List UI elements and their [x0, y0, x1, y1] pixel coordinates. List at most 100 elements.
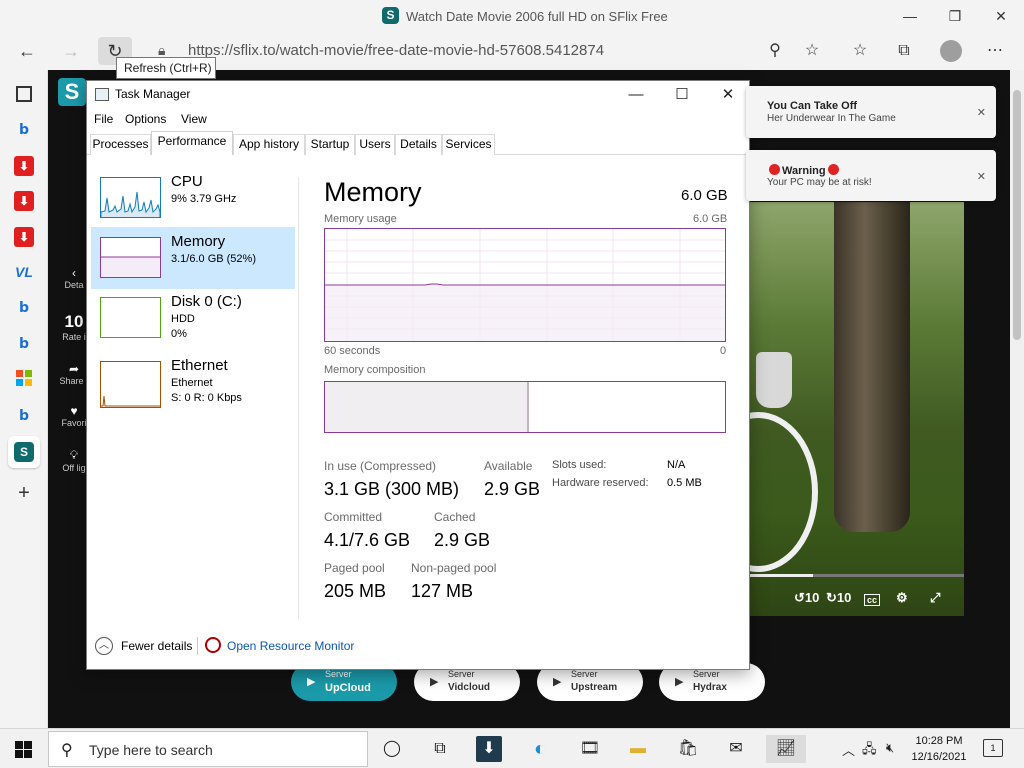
plus-icon[interactable]: +: [14, 483, 34, 503]
profile-avatar[interactable]: [940, 40, 962, 62]
download-icon[interactable]: ⬇: [14, 156, 34, 176]
cached-value: 2.9 GB: [434, 530, 491, 550]
video-player[interactable]: ↺10 ↻10 cc ⚙ ⤢: [748, 202, 964, 616]
tm-minimize-button[interactable]: —: [613, 81, 659, 109]
red-dot-icon: [827, 164, 839, 175]
warning-popup[interactable]: Warning Your PC may be at risk! ✕: [746, 150, 996, 201]
tab-performance[interactable]: Performance: [151, 131, 233, 155]
play-icon: ▶: [675, 676, 684, 688]
chevron-up-icon[interactable]: ︿: [842, 740, 855, 759]
cc-icon[interactable]: cc: [864, 594, 881, 606]
memory-heading: Memory: [324, 177, 422, 207]
forward-button[interactable]: →: [54, 37, 88, 65]
refresh-tooltip: Refresh (Ctrl+R): [116, 57, 216, 79]
minimize-button[interactable]: —: [890, 4, 930, 28]
task-view-icon[interactable]: ⧉: [426, 735, 454, 763]
movie-maker-icon[interactable]: 🎞︎: [576, 735, 604, 763]
bing-icon[interactable]: b: [14, 120, 34, 140]
restore-button[interactable]: ❐: [935, 4, 975, 28]
page-scrollbar[interactable]: [1010, 70, 1024, 728]
forward-10-button[interactable]: ↻10: [826, 590, 851, 606]
store-icon[interactable]: 🛍︎: [674, 735, 702, 763]
perf-item-cpu[interactable]: CPU 9% 3.79 GHz: [91, 167, 295, 229]
windows-logo-icon[interactable]: [14, 370, 34, 390]
bing-icon[interactable]: b: [14, 406, 34, 426]
file-explorer-icon[interactable]: ▬: [624, 735, 652, 763]
footer-separator: [197, 637, 198, 655]
ethernet-thumbnail: [100, 361, 161, 408]
edge-sidebar: b ⬇ ⬇ ⬇ VL b b b S +: [0, 70, 48, 728]
back-button[interactable]: ←: [10, 37, 44, 65]
tab-services[interactable]: Services: [442, 134, 495, 155]
sflix-icon[interactable]: S: [8, 436, 40, 468]
menu-view[interactable]: View: [181, 112, 207, 126]
notification-popup[interactable]: You Can Take Off Her Underwear In The Ga…: [746, 86, 996, 138]
add-favorite-icon[interactable]: ☆: [798, 39, 826, 63]
chevron-up-icon: ︿: [95, 637, 113, 655]
vl-icon[interactable]: VL: [14, 262, 34, 282]
perf-item-memory[interactable]: Memory 3.1/6.0 GB (52%): [91, 227, 295, 289]
tab-users[interactable]: Users: [355, 134, 395, 155]
tab-app-history[interactable]: App history: [233, 134, 305, 155]
tab-processes[interactable]: Processes: [90, 134, 151, 155]
video-progress-fill: [748, 574, 813, 577]
app-icon[interactable]: ⬇: [476, 736, 502, 762]
zoom-icon[interactable]: ⚲: [761, 39, 789, 63]
window-title: Watch Date Movie 2006 full HD on SFlix F…: [406, 9, 668, 24]
cpu-thumbnail-graph: [100, 191, 161, 217]
menu-options[interactable]: Options: [125, 112, 166, 126]
taskbar-search-box[interactable]: ⚲ Type here to search: [48, 731, 368, 767]
tm-maximize-button[interactable]: ☐: [659, 81, 705, 109]
tm-close-button[interactable]: ✕: [705, 81, 751, 109]
edge-icon[interactable]: ◐: [526, 735, 554, 763]
resource-monitor-icon: [205, 637, 221, 653]
play-icon: ▶: [430, 676, 439, 688]
bing-icon[interactable]: b: [14, 298, 34, 318]
memory-in-use-segment[interactable]: [325, 382, 529, 432]
site-logo[interactable]: S: [58, 78, 86, 106]
close-icon[interactable]: ✕: [977, 106, 986, 119]
download-icon[interactable]: ⬇: [14, 191, 34, 211]
slots-used-value: N/A: [667, 459, 686, 471]
taskbar-clock[interactable]: 10:28 PM 12/16/2021: [908, 733, 970, 765]
in-use-label: In use (Compressed): [324, 459, 437, 473]
collections-icon[interactable]: ⧉: [890, 39, 918, 63]
task-manager-taskbar-icon[interactable]: 📈︎: [766, 735, 806, 763]
url-text[interactable]: https://sflix.to/watch-movie/free-date-m…: [188, 42, 604, 59]
close-icon[interactable]: ✕: [977, 170, 986, 183]
scrollbar-thumb[interactable]: [1013, 90, 1021, 340]
fullscreen-icon[interactable]: ⤢: [930, 590, 940, 606]
memory-usage-label: Memory usage: [324, 213, 397, 225]
rewind-10-button[interactable]: ↺10: [794, 590, 819, 606]
start-button[interactable]: [15, 741, 32, 758]
graph-time-left: 60 seconds: [324, 345, 381, 357]
video-icon[interactable]: [16, 86, 32, 102]
gear-icon[interactable]: ⚙: [896, 590, 908, 606]
non-paged-pool-value: 127 MB: [411, 581, 474, 601]
perf-item-disk[interactable]: Disk 0 (C:) HDD 0%: [91, 287, 295, 349]
taskbar: ⚲ Type here to search ◯ ⧉ ⬇ ◐ 🎞︎ ▬ 🛍︎ ✉ …: [0, 728, 1024, 768]
cpu-thumbnail: [100, 177, 161, 218]
cortana-icon[interactable]: ◯: [378, 735, 406, 763]
more-icon[interactable]: ⋯: [981, 39, 1009, 63]
play-icon: ▶: [307, 676, 316, 688]
hw-reserved-label: Hardware reserved:: [552, 477, 649, 489]
sflix-tab-icon: S: [382, 7, 399, 24]
close-button[interactable]: ✕: [981, 4, 1021, 28]
download-icon[interactable]: ⬇: [14, 227, 34, 247]
volume-icon[interactable]: 🔇︎: [886, 740, 894, 756]
cached-label: Cached: [434, 510, 476, 524]
slots-used-label: Slots used:: [552, 459, 607, 471]
tab-startup[interactable]: Startup: [305, 134, 355, 155]
hw-reserved-value: 0.5 MB: [667, 477, 702, 489]
bing-icon[interactable]: b: [14, 334, 34, 354]
perf-item-ethernet[interactable]: Ethernet Ethernet S: 0 R: 0 Kbps: [91, 353, 295, 415]
menu-file[interactable]: File: [94, 112, 113, 126]
notification-center-icon[interactable]: 1: [983, 739, 1003, 757]
paged-pool-value: 205 MB: [324, 581, 387, 601]
favorites-icon[interactable]: ☆: [846, 39, 874, 63]
mail-icon[interactable]: ✉: [722, 735, 750, 763]
tab-details[interactable]: Details: [395, 134, 442, 155]
network-icon[interactable]: 🖧︎: [862, 740, 877, 762]
task-manager-title: Task Manager: [115, 87, 191, 101]
